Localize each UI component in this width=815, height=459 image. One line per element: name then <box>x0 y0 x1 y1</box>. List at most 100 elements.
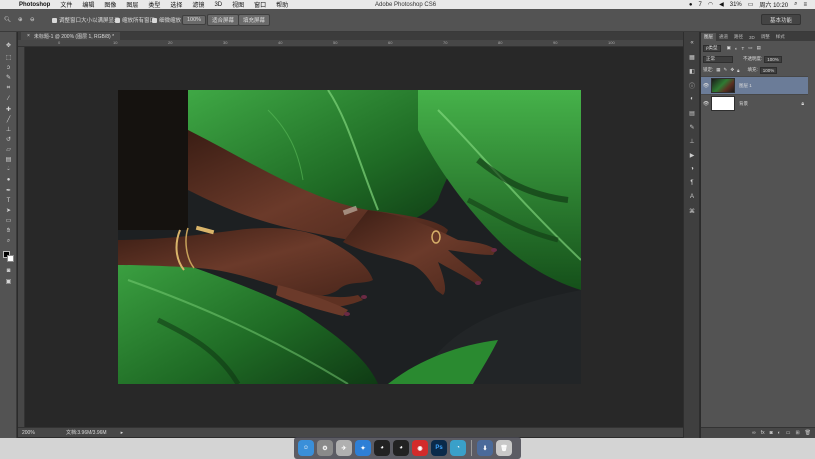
clone-stamp-tool-icon[interactable]: ⊥ <box>3 126 14 133</box>
mask-icon[interactable]: ◙ <box>770 430 773 436</box>
notification-count[interactable]: 7 <box>699 2 702 8</box>
resize-windows-checkbox[interactable] <box>52 17 57 23</box>
battery-percent[interactable]: 31% <box>730 2 742 8</box>
document-tab[interactable]: × 未标题-1 @ 200% (图层 1, RGB/8) * <box>21 32 121 40</box>
actions-panel-icon[interactable]: ▶ <box>688 152 696 159</box>
launchpad-icon[interactable]: ✈ <box>336 440 352 456</box>
trash-icon[interactable]: 🗑︎ <box>496 440 512 456</box>
layer-row-background[interactable]: 👁︎ 背景 🔒︎ <box>701 94 808 112</box>
menu-help[interactable]: 帮助 <box>271 0 293 9</box>
scrubby-zoom-option[interactable]: 细微缩放 <box>152 15 181 25</box>
clock[interactable]: 周六 10:20 <box>759 0 788 9</box>
qq-browser-icon[interactable]: ◔ <box>450 440 466 456</box>
tab-adjustments[interactable]: 调整 <box>758 33 773 41</box>
scrubby-zoom-checkbox[interactable] <box>152 17 157 23</box>
menu-select[interactable]: 选择 <box>165 0 187 9</box>
lock-pixels-icon[interactable]: ✎ <box>724 67 728 73</box>
background-color-swatch[interactable] <box>7 255 14 262</box>
zoom-tool-icon[interactable]: 🔍︎ <box>4 15 11 25</box>
screen-mode-icon[interactable]: ▣ <box>3 278 14 285</box>
healing-brush-tool-icon[interactable]: ✚ <box>3 106 14 113</box>
marquee-tool-icon[interactable]: ⬚ <box>3 54 14 61</box>
crop-tool-icon[interactable]: ⌗ <box>3 85 14 92</box>
status-arrow-icon[interactable]: ▸ <box>107 430 124 436</box>
menu-file[interactable]: 文件 <box>55 0 77 9</box>
lock-all-icon[interactable]: 🔒︎ <box>737 68 739 73</box>
photoshop-icon[interactable]: Ps <box>431 440 447 456</box>
layer-name[interactable]: 图层 1 <box>739 83 752 89</box>
glyphs-panel-icon[interactable]: ⌘ <box>688 208 696 215</box>
properties-panel-icon[interactable]: ◧ <box>688 68 696 75</box>
adjustments-panel-icon[interactable]: ◑ <box>688 166 696 172</box>
status-zoom[interactable]: 200% <box>18 430 40 436</box>
menu-filter[interactable]: 滤镜 <box>187 0 209 9</box>
zoom-in-icon[interactable]: ⊕ <box>18 15 23 25</box>
eyedropper-tool-icon[interactable]: ⁄ <box>3 95 14 102</box>
menu-view[interactable]: 视图 <box>227 0 249 9</box>
move-tool-icon[interactable]: ✥ <box>3 42 14 49</box>
filter-adjust-icon[interactable]: ◐ <box>735 46 738 51</box>
zoom-out-icon[interactable]: ⊖ <box>30 15 35 25</box>
color-panel-icon[interactable]: ◐ <box>688 96 696 102</box>
collapse-panels-icon[interactable]: « <box>688 40 696 46</box>
menu-app-name[interactable]: Photoshop <box>14 2 55 8</box>
pen-tool-icon[interactable]: ✒ <box>3 187 14 194</box>
qq-icon-2[interactable]: ◕ <box>393 440 409 456</box>
blend-mode-select[interactable]: 正常 <box>703 55 733 63</box>
swatches-panel-icon[interactable]: ▤ <box>688 110 696 117</box>
menu-window[interactable]: 窗口 <box>249 0 271 9</box>
zoom-all-option[interactable]: 缩放所有窗口 <box>115 15 155 25</box>
downloads-icon[interactable]: ⬇ <box>477 440 493 456</box>
close-tab-icon[interactable]: × <box>27 33 30 39</box>
visibility-eye-icon[interactable]: 👁︎ <box>701 83 711 89</box>
resize-windows-option[interactable]: 调整窗口大小以满屏显示 <box>52 15 120 25</box>
lock-position-icon[interactable]: ✥ <box>730 67 734 73</box>
brush-tool-icon[interactable]: ╱ <box>3 116 14 123</box>
search-icon[interactable]: ⌕ <box>794 1 797 8</box>
zoom-100-button[interactable]: 100% <box>182 15 207 25</box>
layer-row-1[interactable]: 👁︎ 图层 1 <box>701 76 808 94</box>
adjust-icon[interactable]: ◐ <box>778 430 781 436</box>
link-icon[interactable]: ∞ <box>752 430 756 436</box>
menu-edit[interactable]: 编辑 <box>77 0 99 9</box>
clone-source-panel-icon[interactable]: ⊥ <box>688 138 696 145</box>
menu-type[interactable]: 类型 <box>143 0 165 9</box>
fill-screen-button[interactable]: 填充屏幕 <box>238 14 271 26</box>
path-select-tool-icon[interactable]: ➤ <box>3 207 14 214</box>
info-panel-icon[interactable]: ⓘ <box>688 82 696 90</box>
netease-music-icon[interactable]: ◉ <box>412 440 428 456</box>
finder-icon[interactable]: ☺ <box>298 440 314 456</box>
paragraph-panel-icon[interactable]: ¶ <box>688 180 696 186</box>
filter-shape-icon[interactable]: ▭ <box>748 45 752 51</box>
new-layer-icon[interactable]: ⊞ <box>795 430 799 436</box>
hand-tool-icon[interactable]: ✋︎ <box>3 228 14 235</box>
history-panel-icon[interactable]: ▦ <box>688 54 696 61</box>
layer-name[interactable]: 背景 <box>739 101 748 107</box>
filter-pixel-icon[interactable]: ▣ <box>727 45 731 51</box>
system-preferences-icon[interactable]: ⚙ <box>317 440 333 456</box>
fx-icon[interactable]: fx <box>761 430 765 436</box>
gradient-tool-icon[interactable]: ▤ <box>3 156 14 163</box>
visibility-eye-icon[interactable]: 👁︎ <box>701 101 711 107</box>
fill-field[interactable]: 100% <box>759 66 778 74</box>
type-tool-icon[interactable]: T <box>3 197 14 204</box>
qq-icon[interactable]: ◕ <box>374 440 390 456</box>
tab-3d[interactable]: 3D <box>746 34 758 41</box>
dodge-tool-icon[interactable]: ● <box>3 176 14 183</box>
menu-3d[interactable]: 3D <box>209 2 227 8</box>
layer-kind-filter[interactable]: ρ类型 <box>703 44 721 52</box>
tab-channels[interactable]: 通道 <box>716 33 731 41</box>
lock-transparent-icon[interactable]: ▦ <box>716 67 720 73</box>
wifi-icon[interactable]: ◠ <box>708 1 713 8</box>
opacity-field[interactable]: 100% <box>764 55 782 63</box>
tab-layers[interactable]: 图层 <box>701 33 716 41</box>
shape-tool-icon[interactable]: ▭ <box>3 217 14 224</box>
safari-icon[interactable]: ✦ <box>355 440 371 456</box>
tab-styles[interactable]: 样式 <box>773 33 788 41</box>
zoom-all-checkbox[interactable] <box>115 17 120 23</box>
eraser-tool-icon[interactable]: ▱ <box>3 146 14 153</box>
trash-icon[interactable]: 🗑︎ <box>805 430 811 436</box>
status-dot-icon[interactable]: ● <box>689 2 693 8</box>
workspace-switcher[interactable]: 基本功能 <box>761 14 801 25</box>
lasso-tool-icon[interactable]: ↄ <box>3 64 14 71</box>
